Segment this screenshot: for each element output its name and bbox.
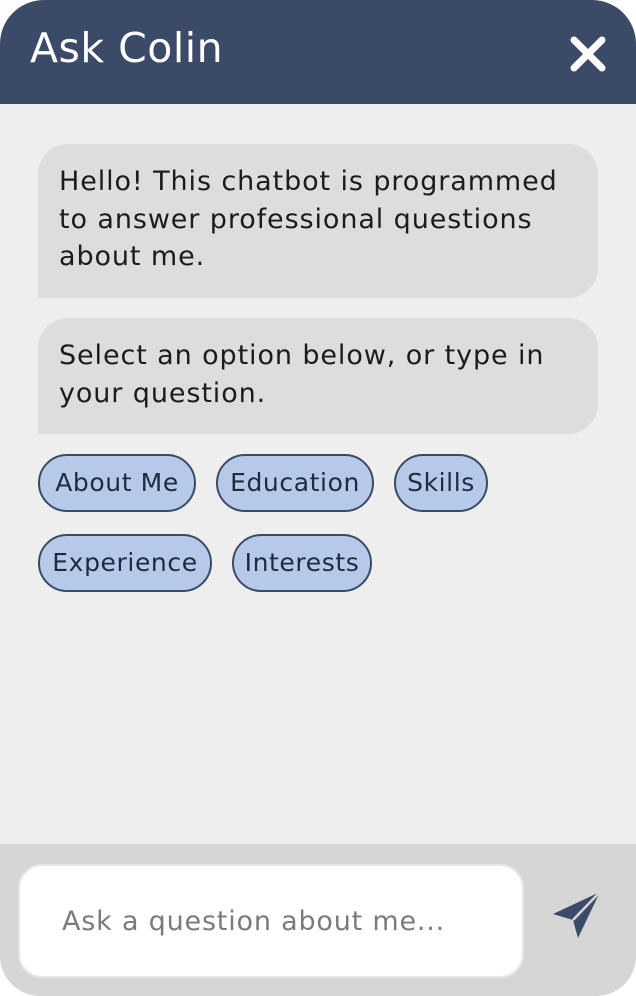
chat-header: Ask Colin [0, 0, 636, 104]
close-icon [570, 36, 606, 72]
question-input[interactable] [18, 864, 524, 978]
bot-message: Hello! This chatbot is programmed to ans… [38, 144, 598, 298]
send-icon [553, 891, 601, 938]
message-list: Hello! This chatbot is programmed to ans… [0, 104, 636, 844]
chat-title: Ask Colin [30, 24, 224, 72]
chat-window: Ask Colin Hello! This chatbot is program… [0, 0, 636, 996]
option-interests-button[interactable]: Interests [232, 534, 372, 592]
option-experience-button[interactable]: Experience [38, 534, 212, 592]
option-skills-button[interactable]: Skills [394, 454, 488, 512]
input-bar [0, 844, 636, 996]
close-button[interactable] [566, 32, 610, 76]
option-about-me-button[interactable]: About Me [38, 454, 196, 512]
send-button[interactable] [550, 888, 604, 942]
bot-message: Select an option below, or type in your … [38, 318, 598, 434]
option-education-button[interactable]: Education [216, 454, 374, 512]
